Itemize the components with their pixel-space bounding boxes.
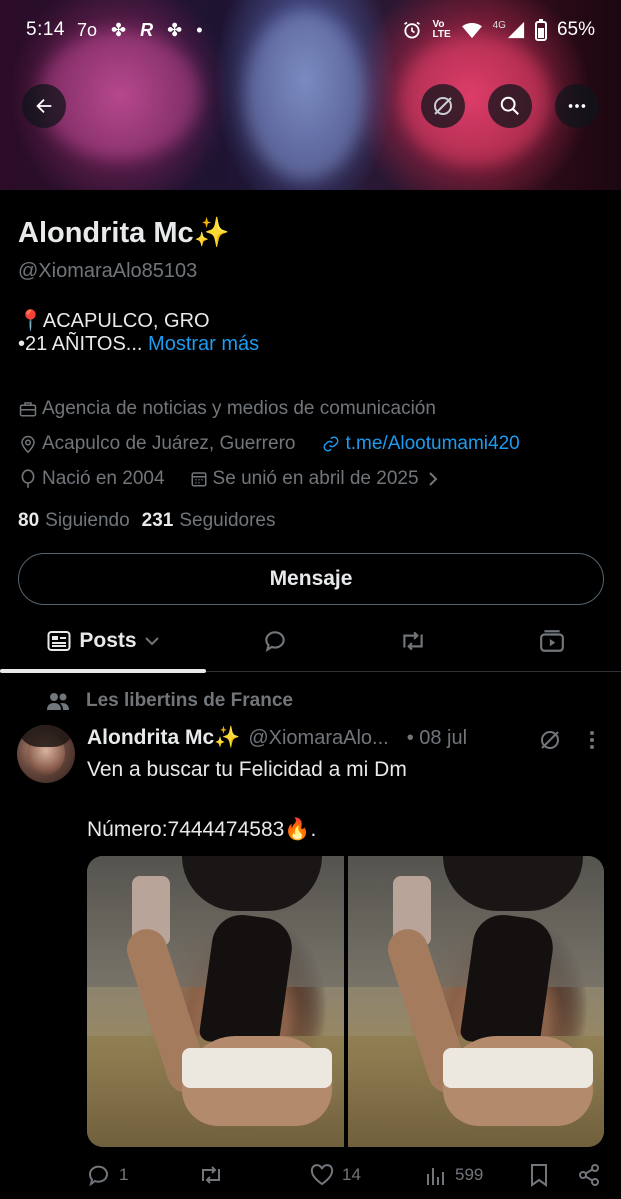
joined-date-button[interactable]: Se unió en abril de 2025: [189, 468, 443, 490]
posts-tab-label: Posts: [79, 629, 137, 652]
heart-icon: [310, 1164, 334, 1186]
bio-line-2: •21 AÑITOS... Mostrar más: [18, 333, 259, 356]
repost-button[interactable]: [197, 1158, 225, 1192]
balloon-icon: [18, 469, 38, 489]
link-icon: [321, 434, 341, 454]
more-vertical-icon: [590, 731, 594, 749]
back-button[interactable]: [22, 84, 66, 128]
following-link[interactable]: 80 Siguiendo: [18, 510, 130, 532]
followers-label: Seguidores: [179, 510, 276, 531]
post-photo-1[interactable]: [87, 856, 344, 1147]
dot-icon: •: [196, 19, 203, 40]
community-icon: [46, 691, 70, 711]
bio-line-1: 📍ACAPULCO, GRO: [18, 310, 210, 332]
location-pin-icon: [18, 434, 38, 454]
post-media[interactable]: [87, 856, 604, 1147]
chevron-right-icon: [423, 469, 443, 489]
profile-joined: Se unió en abril de 2025: [212, 468, 419, 489]
profile-dates-row: Nació en 2004 Se unió en abril de 2025: [18, 468, 443, 490]
pinwheel-icon: ✤: [111, 19, 127, 40]
status-time: 5:14: [26, 19, 65, 40]
follow-stats: 80 Siguiendo 231 Seguidores: [18, 510, 276, 532]
repost-icon: [403, 631, 423, 651]
profile-category: Agencia de noticias y medios de comunica…: [42, 398, 436, 419]
post-actions: 1 14 599: [87, 1158, 607, 1192]
volte-indicator: Vo LTE: [432, 19, 451, 40]
chevron-down-icon: [144, 636, 159, 646]
post-grok-button[interactable]: [538, 728, 562, 752]
status-bar: 5:14 7o ✤ R ✤ • Vo LTE 4G 65%: [0, 0, 621, 60]
battery-icon: [534, 19, 547, 41]
more-icon: [568, 104, 586, 108]
views-icon: [427, 1168, 444, 1185]
post-text-line-1: Ven a buscar tu Felicidad a mi Dm: [87, 758, 407, 781]
arrow-left-icon: [36, 98, 52, 114]
bookmark-button[interactable]: [529, 1158, 549, 1192]
avatar[interactable]: [17, 725, 75, 783]
community-name: Les libertins de France: [86, 690, 293, 711]
like-button[interactable]: 14: [310, 1158, 361, 1192]
share-icon: [579, 1164, 599, 1186]
post-author[interactable]: Alondrita Mc✨: [87, 726, 240, 750]
media-icon: [539, 630, 564, 652]
profile-name: Alondrita Mc✨: [18, 217, 230, 249]
post-photo-2[interactable]: [347, 856, 604, 1147]
posts-tab-icon: [47, 630, 71, 652]
repost-icon: [202, 1166, 220, 1184]
show-more-link[interactable]: Mostrar más: [148, 333, 259, 355]
battery-percent: 65%: [556, 19, 595, 40]
view-count: 599: [455, 1165, 484, 1184]
share-button[interactable]: [577, 1158, 601, 1192]
followers-count: 231: [141, 510, 174, 531]
search-icon: [500, 96, 519, 115]
followers-link[interactable]: 231 Seguidores: [142, 510, 276, 532]
profile-tabs: Posts: [0, 612, 621, 673]
grok-icon: [434, 97, 452, 115]
reply-icon: [89, 1165, 108, 1187]
r-app-icon: R: [140, 19, 154, 40]
profile-category-row: Agencia de noticias y medios de comunica…: [18, 398, 436, 420]
tab-media[interactable]: [482, 612, 621, 670]
post-community[interactable]: Les libertins de France: [46, 690, 293, 712]
search-button[interactable]: [488, 84, 532, 128]
reply-count: 1: [119, 1165, 129, 1184]
website-url[interactable]: t.me/Alootumami420: [345, 433, 519, 455]
profile-location: Acapulco de Juárez, Guerrero: [42, 433, 296, 454]
like-count: 14: [342, 1165, 361, 1184]
notification-icon: 7o: [76, 19, 98, 40]
following-count: 80: [18, 510, 40, 531]
pinwheel-icon: ✤: [167, 19, 183, 40]
alarm-icon: [402, 20, 422, 40]
views-button[interactable]: 599: [425, 1158, 483, 1192]
wifi-icon: [461, 21, 483, 39]
post-handle[interactable]: @XiomaraAlo...: [248, 727, 388, 750]
message-button[interactable]: Mensaje: [18, 553, 604, 605]
post-header: Alondrita Mc✨ @XiomaraAlo... • 08 jul: [87, 726, 467, 750]
tab-replies[interactable]: [206, 612, 344, 670]
bio-text: •21 AÑITOS...: [18, 333, 143, 355]
profile-handle: @XiomaraAlo85103: [18, 260, 198, 282]
signal-indicator: 4G: [493, 21, 525, 39]
following-label: Siguiendo: [45, 510, 130, 531]
bookmark-icon: [531, 1164, 547, 1187]
post-text-line-2: Número:7444474583🔥.: [87, 818, 317, 841]
grok-icon: [541, 731, 559, 749]
active-tab-indicator: [0, 669, 206, 673]
briefcase-icon: [18, 399, 38, 419]
notification-icons: 7o ✤ R ✤ •: [77, 20, 203, 41]
tab-posts[interactable]: Posts: [0, 612, 206, 670]
reply-icon: [265, 631, 285, 652]
reply-button[interactable]: 1: [87, 1158, 128, 1192]
post-more-button[interactable]: [582, 728, 602, 752]
tab-reposts[interactable]: [344, 612, 482, 670]
post-date[interactable]: • 08 jul: [407, 727, 467, 750]
signal-icon: [507, 21, 525, 39]
profile-location-row: Acapulco de Juárez, Guerrero t.me/Alootu…: [18, 433, 520, 455]
more-options-button[interactable]: [555, 84, 599, 128]
profile-birth: Nació en 2004: [42, 468, 165, 489]
calendar-icon: [189, 469, 209, 489]
website-link[interactable]: t.me/Alootumami420: [321, 433, 520, 455]
grok-button[interactable]: [421, 84, 465, 128]
